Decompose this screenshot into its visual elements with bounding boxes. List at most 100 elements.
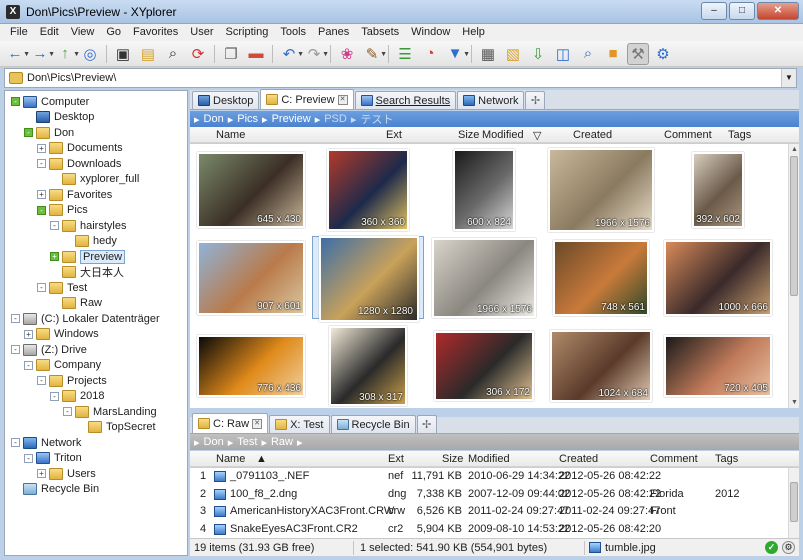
breadcrumb-separator-icon[interactable]: ▸ — [351, 113, 357, 126]
thumbnail-item[interactable]: 1024 x 684 — [545, 324, 657, 407]
thumbnail-item[interactable]: 907 x 601 — [195, 236, 307, 319]
grid-icon[interactable]: ▦ — [477, 43, 499, 65]
eraser-icon[interactable]: ▬ — [245, 43, 267, 65]
expand-toggle-icon[interactable]: - — [63, 407, 72, 416]
expand-toggle-icon[interactable]: + — [50, 252, 59, 261]
table-row[interactable]: 4 SnakeEyesAC3Front.CR2 cr2 5,904 KB 2009-08… — [190, 521, 788, 538]
thumbnail-item[interactable]: 1000 x 666 — [662, 236, 774, 319]
table-row[interactable]: 3 AmericanHistoryXAC3Front.CRW crw 6,526 KB… — [190, 503, 788, 520]
upper-scrollbar[interactable]: ▲ ▼ — [788, 144, 799, 408]
expand-toggle-icon[interactable]: - — [50, 391, 59, 401]
lower-col-name[interactable]: Name — [216, 453, 245, 465]
expand-toggle-icon[interactable]: - — [24, 453, 33, 463]
filter-icon[interactable]: ▼ ▼ — [444, 43, 470, 65]
flower-icon[interactable]: ❀ — [336, 43, 358, 65]
tree-item[interactable]: Recycle Bin — [11, 482, 99, 497]
tree-item[interactable]: - Pics — [37, 203, 88, 218]
menu-favorites[interactable]: Favorites — [127, 24, 184, 41]
expand-toggle-icon[interactable]: - — [37, 159, 46, 168]
expand-toggle-icon[interactable]: - — [11, 438, 20, 447]
upper-tab[interactable]: Desktop — [192, 91, 260, 109]
expand-toggle-icon[interactable]: + — [37, 143, 46, 153]
tree-item[interactable]: - Company — [24, 358, 101, 373]
menu-window[interactable]: Window — [405, 24, 456, 41]
tree-item[interactable]: - Triton — [24, 451, 82, 466]
menu-go[interactable]: Go — [100, 24, 127, 41]
settings-icon[interactable]: ⚙ — [652, 43, 674, 65]
folder-add-icon[interactable]: ▤ — [137, 43, 159, 65]
close-button[interactable]: ✕ — [757, 2, 799, 20]
thumbnail-grid[interactable]: 645 x 430 360 x 360 600 x 824 1966 x 1576 39… — [190, 144, 788, 408]
col-ext[interactable]: Ext — [386, 129, 402, 141]
col-comment[interactable]: Comment — [664, 129, 712, 141]
tree-item[interactable]: + Preview — [50, 249, 126, 264]
breadcrumb-separator-icon[interactable]: ▸ — [262, 113, 268, 126]
up-icon[interactable]: ↑ ▼ — [54, 43, 80, 65]
scroll-up-icon[interactable]: ▲ — [789, 144, 800, 155]
table-row[interactable]: 2 100_f8_2.dng dng 7,338 KB 2007-12-09 09:44… — [190, 486, 788, 503]
menu-view[interactable]: View — [65, 24, 101, 41]
breadcrumb-history-item[interactable]: PSD — [324, 113, 347, 125]
lower-breadcrumb[interactable]: ▸ Don ▸ Test ▸ Raw ▸ — [190, 434, 799, 450]
breadcrumb-item[interactable]: Preview — [272, 113, 311, 125]
menu-file[interactable]: File — [4, 24, 34, 41]
expand-toggle-icon[interactable]: - — [37, 205, 46, 215]
expand-toggle-icon[interactable]: - — [11, 345, 20, 354]
breadcrumb-item[interactable]: Pics — [237, 113, 258, 125]
breadcrumb[interactable]: ▸ Don ▸ Pics ▸ Preview ▸ PSD ▸ テスト — [190, 111, 799, 127]
upper-tab[interactable]: C: Preview ✕ — [260, 89, 354, 109]
tree-item[interactable]: - Projects — [37, 373, 107, 388]
new-tab-button[interactable]: ✢ — [416, 415, 437, 433]
tree-item[interactable]: - Don — [24, 125, 74, 140]
search-icon[interactable]: ⌕ — [577, 43, 599, 65]
tree-icon[interactable]: ☰ — [394, 43, 416, 65]
expand-toggle-icon[interactable]: + — [37, 190, 46, 199]
col-name[interactable]: Name — [216, 129, 245, 141]
dropdown-caret-icon[interactable]: ▼ — [380, 51, 387, 58]
menu-scripting[interactable]: Scripting — [220, 24, 275, 41]
tree-item[interactable]: hedy — [63, 234, 117, 249]
thumbnail-item[interactable]: 600 x 824 — [428, 148, 540, 231]
tree-item[interactable]: - Network — [11, 435, 81, 450]
brush-icon[interactable]: ✎ ▼ — [361, 43, 387, 65]
goto-icon[interactable]: ⟳ — [187, 43, 209, 65]
lower-col-ext[interactable]: Ext — [388, 453, 404, 465]
breadcrumb-item[interactable]: Raw — [271, 436, 293, 448]
tree-item[interactable]: + Favorites — [37, 187, 112, 202]
breadcrumb-separator-icon[interactable]: ▸ — [194, 113, 200, 126]
tree-item[interactable]: - Computer — [11, 94, 89, 109]
thumbnail-item[interactable]: 1966 x 1576 — [428, 236, 540, 319]
tree-item[interactable]: 大日本人 — [50, 265, 124, 280]
tree-item[interactable]: + Windows — [24, 327, 99, 342]
undo-icon[interactable]: ↶ ▼ — [278, 43, 304, 65]
thumbnail-item[interactable]: 1966 x 1576 — [545, 147, 657, 232]
tree-item[interactable]: - 2018 — [50, 389, 104, 404]
tree-item[interactable]: Raw — [50, 296, 102, 311]
breadcrumb-item[interactable]: Don — [204, 113, 224, 125]
lower-scrollbar-thumb[interactable] — [790, 482, 798, 522]
lower-tab[interactable]: X: Test — [269, 415, 330, 433]
check-icon[interactable]: ✓ — [765, 541, 778, 554]
tree-item[interactable]: - Test — [37, 280, 87, 295]
tree-item[interactable]: - (C:) Lokaler Datenträger — [11, 311, 160, 326]
expand-toggle-icon[interactable]: - — [50, 221, 59, 230]
minimize-button[interactable]: – — [701, 2, 727, 20]
menu-panes[interactable]: Panes — [312, 24, 355, 41]
address-path[interactable]: Don\Pics\Preview\ — [27, 72, 116, 84]
breadcrumb-item[interactable]: Don — [204, 436, 224, 448]
thumbnail-item[interactable]: 645 x 430 — [195, 148, 307, 231]
upper-tab[interactable]: Search Results — [354, 91, 457, 109]
breadcrumb-separator-icon[interactable]: ▸ — [315, 113, 321, 126]
breadcrumb-separator-icon[interactable]: ▸ — [228, 113, 234, 126]
target-icon[interactable]: ◎ — [79, 43, 101, 65]
thumbnail-item[interactable]: 306 x 172 — [428, 324, 540, 407]
thumbnail-item[interactable]: 1280 x 1280 — [312, 235, 424, 322]
lower-tab[interactable]: Recycle Bin — [330, 415, 416, 433]
lower-col-tags[interactable]: Tags — [715, 453, 738, 465]
lower-col-size[interactable]: Size — [442, 453, 463, 465]
find-icon[interactable]: ⌕ — [162, 43, 184, 65]
folder-tree[interactable]: - Computer Desktop - Don + Documents - Downloads… — [4, 90, 188, 556]
thumbnail-item[interactable]: 308 x 317 — [312, 324, 424, 407]
breadcrumb-item[interactable]: Test — [237, 436, 257, 448]
file-list[interactable]: 1 _0791103_.NEF nef 11,791 KB 2010-06-29 14:… — [190, 468, 788, 538]
